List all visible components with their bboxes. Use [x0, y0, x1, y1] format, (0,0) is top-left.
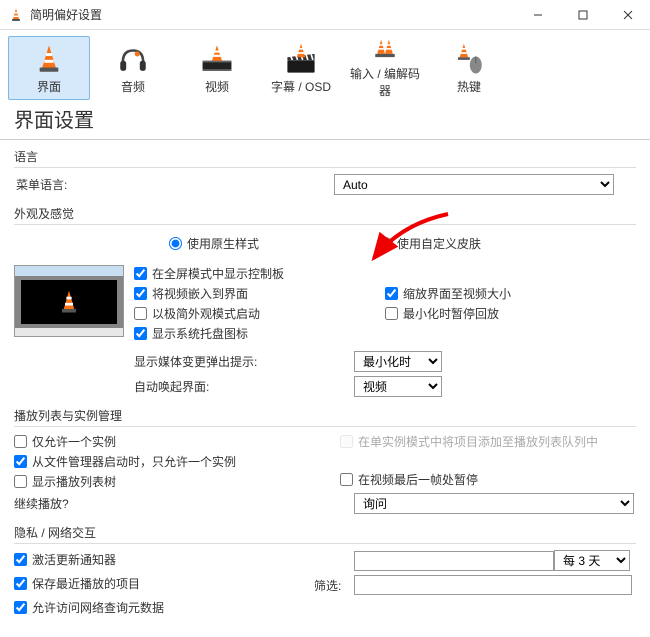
- custom-skin-radio[interactable]: 使用自定义皮肤: [379, 235, 481, 252]
- tab-label: 音频: [121, 78, 145, 95]
- tab-codecs[interactable]: 输入 / 编解码器: [344, 36, 426, 100]
- auto-raise-select[interactable]: 视频: [354, 376, 442, 397]
- pause-on-min-check[interactable]: 最小化时暂停回放: [385, 305, 636, 322]
- clapper-cone-icon: [284, 42, 318, 76]
- app-icon: [8, 7, 24, 23]
- tab-label: 字幕 / OSD: [271, 78, 331, 95]
- one-instance-check[interactable]: 仅允许一个实例: [14, 433, 310, 450]
- tab-label: 热键: [457, 78, 481, 95]
- group-privacy: 隐私 / 网络交互 激活更新通知器 每 3 天 保存最近播放的项目 筛选: 允许…: [14, 522, 636, 619]
- category-toolbar: 界面 音频 视频 字幕 / OSD 输入 / 编解码器 热键: [0, 30, 650, 100]
- maximize-button[interactable]: [560, 1, 605, 29]
- group-title: 播放列表与实例管理: [14, 405, 636, 427]
- minimal-start-check[interactable]: 以极简外观模式启动: [134, 305, 385, 322]
- save-recent-check[interactable]: 保存最近播放的项目: [14, 575, 314, 592]
- skin-preview-thumb: [14, 265, 124, 337]
- window-title: 简明偏好设置: [30, 6, 515, 23]
- page-title: 界面设置: [0, 100, 650, 140]
- headphones-icon: [116, 42, 150, 76]
- menu-language-label: 菜单语言:: [14, 176, 124, 193]
- meta-check[interactable]: 允许访问网络查询元数据: [14, 599, 164, 616]
- show-tree-check[interactable]: 显示播放列表树: [14, 473, 310, 490]
- titlebar: 简明偏好设置: [0, 0, 650, 30]
- group-playlist: 播放列表与实例管理 仅允许一个实例 从文件管理器启动时，只允许一个实例 显示播放…: [14, 405, 636, 514]
- systray-check[interactable]: 显示系统托盘图标: [134, 325, 385, 342]
- group-language: 语言 菜单语言: Auto: [14, 146, 636, 195]
- auto-raise-label: 自动唤起界面:: [134, 378, 354, 395]
- tab-interface[interactable]: 界面: [8, 36, 90, 100]
- close-button[interactable]: [605, 1, 650, 29]
- minimize-button[interactable]: [515, 1, 560, 29]
- tab-video[interactable]: 视频: [176, 36, 258, 100]
- tab-audio[interactable]: 音频: [92, 36, 174, 100]
- mouse-cone-icon: [452, 42, 486, 76]
- pause-last-check[interactable]: 在视频最后一帧处暂停: [340, 471, 636, 488]
- resize-to-video-check[interactable]: 缩放界面至视频大小: [385, 285, 636, 302]
- group-look: 外观及感觉 使用原生样式 使用自定义皮肤 在全屏模式中显示控制板 将视频嵌入到界…: [14, 203, 636, 397]
- enqueue-check: 在单实例模式中将项目添加至播放列表队列中: [340, 433, 636, 450]
- continue-label: 继续播放?: [14, 495, 354, 512]
- tab-subtitles[interactable]: 字幕 / OSD: [260, 36, 342, 100]
- media-change-label: 显示媒体变更弹出提示:: [134, 353, 354, 370]
- cone-icon: [32, 42, 66, 76]
- menu-language-select[interactable]: Auto: [334, 174, 614, 195]
- group-title: 外观及感觉: [14, 203, 636, 225]
- film-cone-icon: [200, 42, 234, 76]
- embed-video-check[interactable]: 将视频嵌入到界面: [134, 285, 385, 302]
- group-title: 语言: [14, 146, 636, 168]
- continue-select[interactable]: 询问: [354, 493, 634, 514]
- update-interval-select[interactable]: 每 3 天: [554, 550, 630, 571]
- media-change-select[interactable]: 最小化时: [354, 351, 442, 372]
- tab-label: 视频: [205, 78, 229, 95]
- tab-hotkeys[interactable]: 热键: [428, 36, 510, 100]
- cut-cone-icon: [368, 37, 402, 63]
- update-check[interactable]: 激活更新通知器: [14, 551, 354, 568]
- from-fm-check[interactable]: 从文件管理器启动时，只允许一个实例: [14, 453, 310, 470]
- group-title: 隐私 / 网络交互: [14, 522, 636, 544]
- show-controls-check[interactable]: 在全屏模式中显示控制板: [134, 265, 385, 282]
- filter-input[interactable]: [354, 575, 632, 595]
- native-style-radio[interactable]: 使用原生样式: [169, 235, 259, 252]
- tab-label: 输入 / 编解码器: [345, 65, 425, 99]
- tab-label: 界面: [37, 78, 61, 95]
- filter-label: 筛选:: [314, 577, 354, 594]
